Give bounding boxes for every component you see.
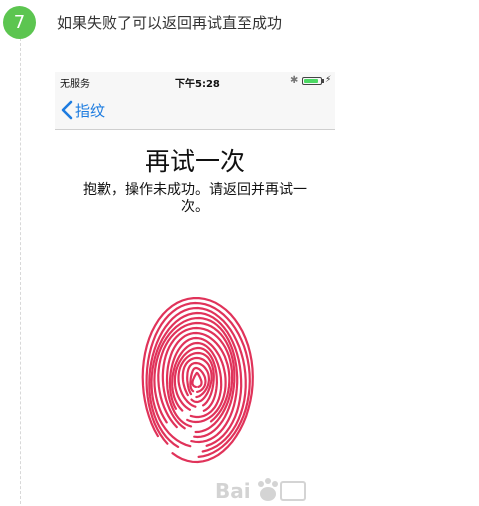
charging-icon: ⚡ xyxy=(325,75,332,85)
step-instruction: 如果失败了可以返回再试直至成功 xyxy=(57,14,283,32)
page-title: 再试一次 xyxy=(144,147,245,176)
status-time: 下午5:28 xyxy=(175,79,220,90)
battery-tip xyxy=(322,79,324,83)
fingerprint-icon xyxy=(141,297,254,464)
error-message: 抱歉，操作未成功。请返回并再试一次。 xyxy=(83,182,307,215)
carrier-label: 无服务 xyxy=(60,79,90,90)
baidu-watermark-logo: Bai xyxy=(215,478,306,503)
navigation-bar: 指纹 xyxy=(55,91,335,130)
step-connector-line xyxy=(20,38,21,504)
step-number-badge: 7 xyxy=(3,6,36,39)
bluetooth-icon: ✱ xyxy=(290,75,299,86)
battery-icon xyxy=(302,77,322,85)
phone-screenshot: 无服务 下午5:28 ✱ ⚡ 指纹 再试一次 抱歉，操作未成功。请返回并再试一次… xyxy=(55,72,335,506)
back-button-label: 指纹 xyxy=(75,101,106,120)
fingerprint-ridge xyxy=(191,371,203,388)
svg-text:Bai: Bai xyxy=(215,479,251,503)
chevron-left-icon xyxy=(61,100,73,120)
status-bar: 无服务 下午5:28 ✱ ⚡ xyxy=(55,72,335,91)
battery-level-fill xyxy=(304,79,319,83)
back-button[interactable]: 指纹 xyxy=(61,91,105,129)
